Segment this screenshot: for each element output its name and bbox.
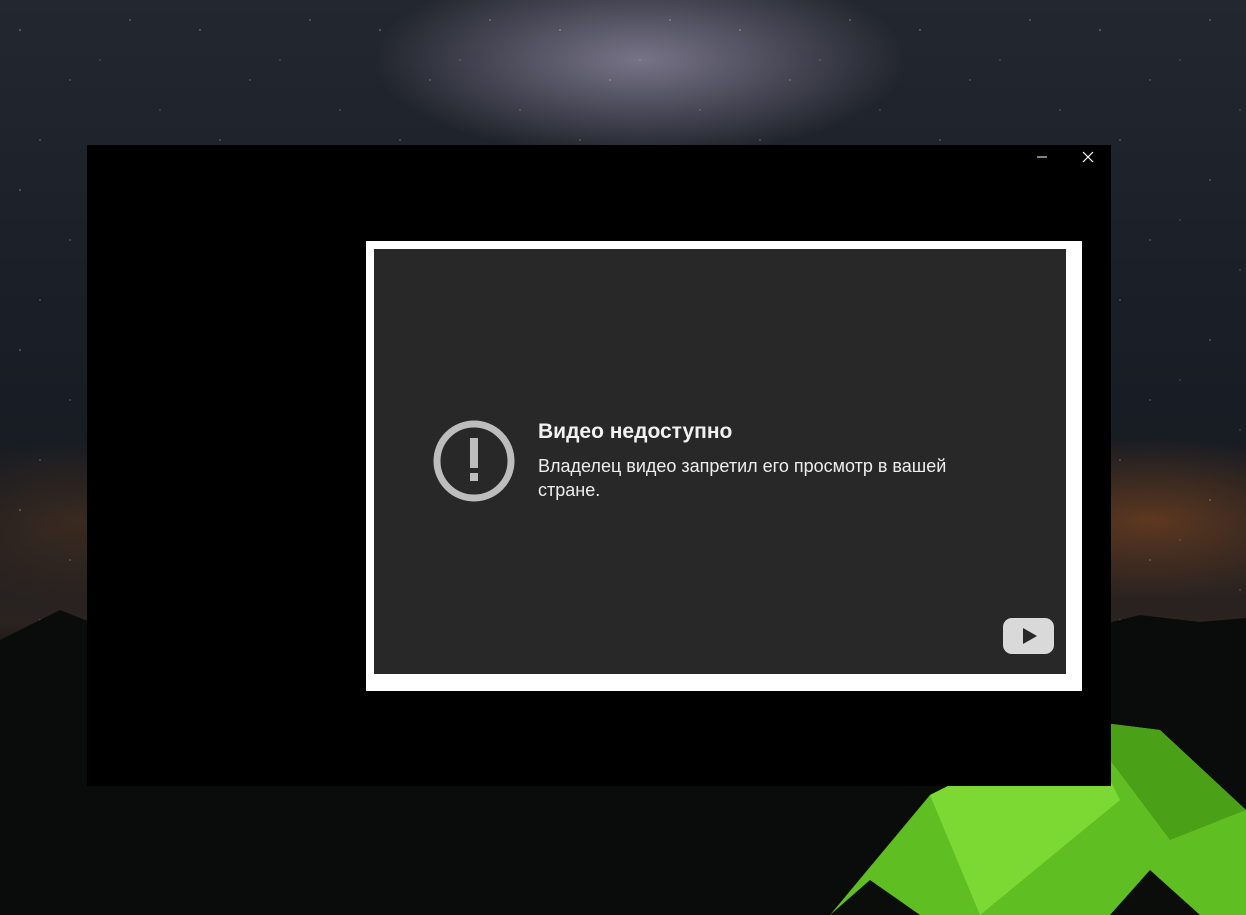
video-embed-frame: Видео недоступно Владелец видео запретил… <box>366 241 1082 691</box>
close-icon <box>1082 151 1094 163</box>
close-button[interactable] <box>1065 145 1111 169</box>
minimize-icon <box>1037 156 1047 158</box>
error-title: Видео недоступно <box>538 420 733 443</box>
alert-circle-icon <box>433 420 515 502</box>
minimize-button[interactable] <box>1019 145 1065 169</box>
app-window: Видео недоступно Владелец видео запретил… <box>87 145 1111 786</box>
error-message: Владелец видео запретил его просмотр в в… <box>538 456 947 500</box>
video-player[interactable]: Видео недоступно Владелец видео запретил… <box>374 249 1066 674</box>
youtube-logo-icon[interactable] <box>1003 618 1054 654</box>
